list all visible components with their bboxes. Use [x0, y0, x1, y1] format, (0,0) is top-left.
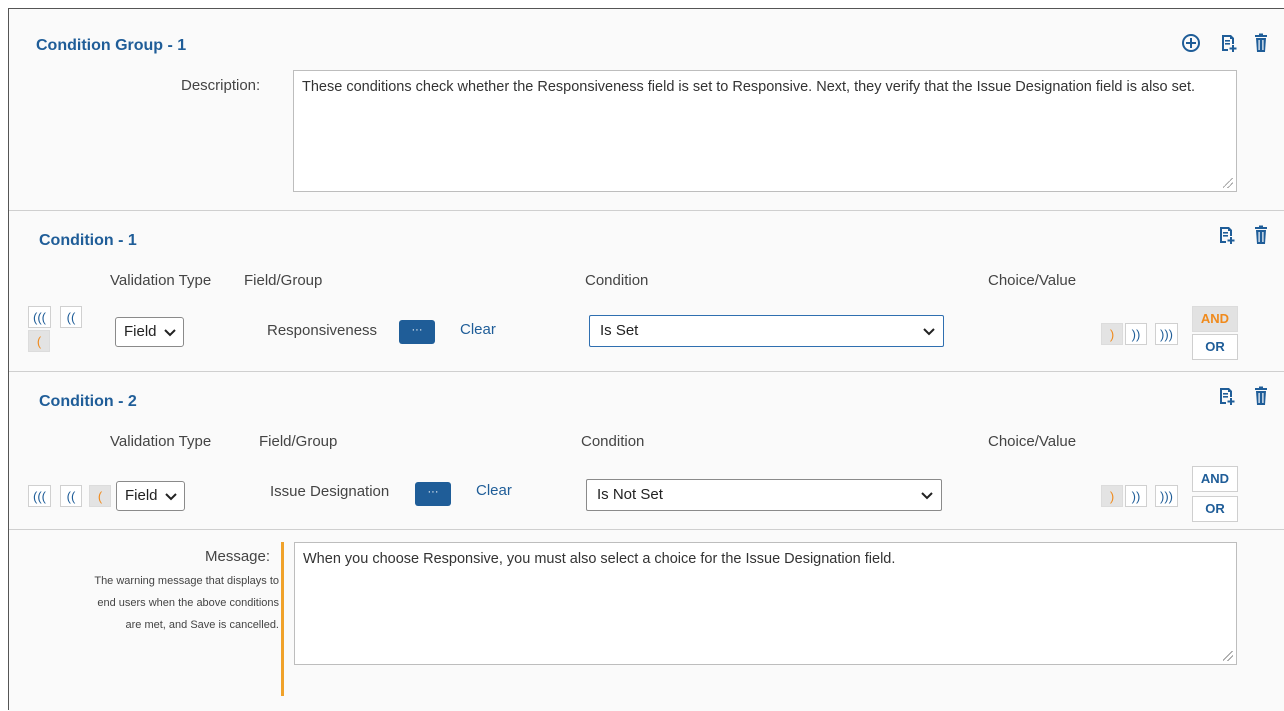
open-paren-1-button[interactable]: (: [89, 485, 111, 507]
chevron-down-icon: [923, 328, 935, 336]
description-text: These conditions check whether the Respo…: [302, 79, 1196, 95]
or-button[interactable]: OR: [1192, 496, 1238, 522]
condition-1-section: Condition - 1 Validation Type Field/Grou…: [9, 211, 1284, 372]
resize-grip-icon[interactable]: [1223, 651, 1233, 661]
field-picker-button[interactable]: ···: [415, 482, 451, 506]
or-button[interactable]: OR: [1192, 334, 1238, 360]
chevron-down-icon: [921, 492, 933, 500]
condition-value: Is Set: [600, 322, 639, 339]
message-hint-line-3: are met, and Save is cancelled.: [125, 619, 279, 631]
description-label: Description:: [181, 77, 261, 94]
field-picker-button[interactable]: ···: [399, 320, 435, 344]
copy-icon[interactable]: [1219, 33, 1239, 53]
trash-icon[interactable]: [1251, 386, 1271, 406]
message-textarea[interactable]: When you choose Responsive, you must als…: [294, 542, 1237, 665]
condition-2-title: Condition - 2: [39, 393, 137, 410]
condition-header: Condition: [581, 433, 645, 450]
open-paren-1-button[interactable]: (: [28, 330, 50, 352]
validation-type-value: Field: [125, 487, 158, 504]
condition-1-title: Condition - 1: [39, 232, 137, 249]
trash-icon[interactable]: [1251, 33, 1271, 53]
message-label: Message:: [205, 548, 271, 565]
open-paren-2-button[interactable]: ((: [60, 306, 82, 328]
choice-value-header: Choice/Value: [988, 272, 1077, 289]
validation-type-value: Field: [124, 323, 157, 340]
resize-grip-icon[interactable]: [1223, 178, 1233, 188]
open-paren-3-button[interactable]: (((: [28, 485, 51, 507]
close-paren-1-button[interactable]: ): [1101, 323, 1123, 345]
condition-group-title: Condition Group - 1: [36, 37, 187, 54]
required-indicator-bar: [281, 542, 284, 696]
validation-type-select[interactable]: Field: [116, 481, 185, 511]
clear-link[interactable]: Clear: [460, 321, 496, 338]
open-paren-2-button[interactable]: ((: [60, 485, 82, 507]
condition-select[interactable]: Is Not Set: [586, 479, 942, 511]
copy-icon[interactable]: [1217, 225, 1237, 245]
chevron-down-icon: [164, 329, 176, 337]
field-name: Issue Designation: [270, 483, 390, 500]
field-group-header: Field/Group: [244, 272, 323, 289]
close-paren-3-button[interactable]: ))): [1155, 323, 1178, 345]
trash-icon[interactable]: [1251, 225, 1271, 245]
validation-type-header: Validation Type: [110, 272, 212, 289]
description-textarea[interactable]: These conditions check whether the Respo…: [293, 70, 1237, 192]
message-hint-line-1: The warning message that displays to: [94, 575, 279, 587]
condition-value: Is Not Set: [597, 486, 663, 503]
validation-type-select[interactable]: Field: [115, 317, 184, 347]
message-text: When you choose Responsive, you must als…: [303, 551, 896, 567]
close-paren-1-button[interactable]: ): [1101, 485, 1123, 507]
and-button[interactable]: AND: [1192, 466, 1238, 492]
condition-header: Condition: [585, 272, 649, 289]
field-name: Responsiveness: [267, 322, 378, 339]
validation-type-header: Validation Type: [110, 433, 212, 450]
close-paren-2-button[interactable]: )): [1125, 323, 1147, 345]
and-button[interactable]: AND: [1192, 306, 1238, 332]
add-circle-icon[interactable]: [1181, 33, 1201, 53]
chevron-down-icon: [165, 493, 177, 501]
condition-2-section: Condition - 2 Validation Type Field/Grou…: [9, 372, 1284, 530]
copy-icon[interactable]: [1217, 386, 1237, 406]
close-paren-2-button[interactable]: )): [1125, 485, 1147, 507]
close-paren-3-button[interactable]: ))): [1155, 485, 1178, 507]
message-hint-line-2: end users when the above conditions: [97, 597, 279, 609]
condition-select[interactable]: Is Set: [589, 315, 944, 347]
condition-group-section: Condition Group - 1 Description: These c…: [9, 9, 1284, 211]
clear-link[interactable]: Clear: [476, 482, 512, 499]
field-group-header: Field/Group: [259, 433, 338, 450]
condition-editor: Condition Group - 1 Description: These c…: [8, 8, 1284, 711]
message-section: Message: The warning message that displa…: [9, 530, 1284, 711]
choice-value-header: Choice/Value: [988, 433, 1077, 450]
open-paren-3-button[interactable]: (((: [28, 306, 51, 328]
